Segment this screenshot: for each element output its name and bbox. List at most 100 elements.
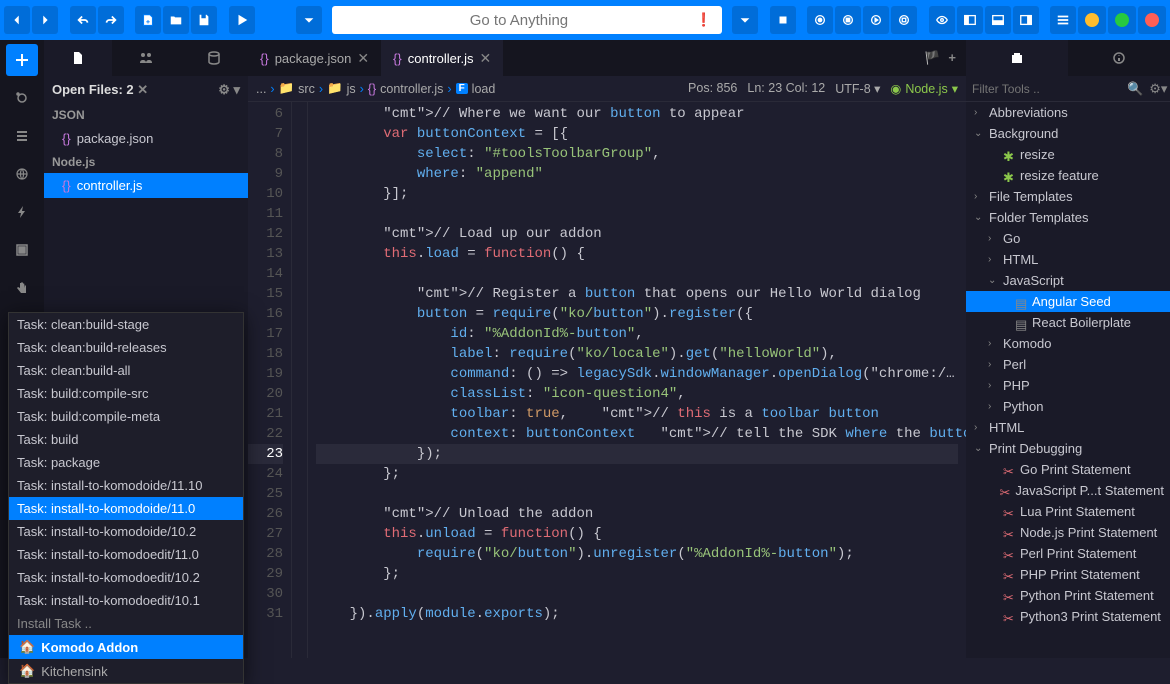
tree-item[interactable]: ▤Angular Seed xyxy=(966,291,1170,312)
file-item[interactable]: {} controller.js xyxy=(44,173,248,198)
tree-item[interactable]: ✂Go Print Statement xyxy=(966,459,1170,480)
strip-panel-button[interactable] xyxy=(6,234,38,266)
open-files-settings-icon[interactable]: ⚙ ▾ xyxy=(218,82,240,98)
task-item[interactable]: Task: install-to-komodoide/10.2 xyxy=(9,520,243,543)
task-footer-addon[interactable]: 🏠 Komodo Addon xyxy=(9,635,243,659)
new-file-button[interactable] xyxy=(135,6,161,34)
tab-info[interactable] xyxy=(1068,40,1170,76)
goto-search[interactable]: ❗ xyxy=(332,6,722,34)
tree-item[interactable]: ›Go xyxy=(966,228,1170,249)
strip-list-button[interactable] xyxy=(6,120,38,152)
status-language[interactable]: ◉ Node.js ▾ xyxy=(890,81,958,96)
tree-item[interactable]: ⌄Folder Templates xyxy=(966,207,1170,228)
layout-right-button[interactable] xyxy=(1013,6,1039,34)
file-item[interactable]: {} package.json xyxy=(44,126,248,151)
tree-item[interactable]: ›Komodo xyxy=(966,333,1170,354)
tree-item[interactable]: ▤React Boilerplate xyxy=(966,312,1170,333)
search-icon[interactable]: 🔍 xyxy=(1127,81,1143,97)
open-files-close-icon[interactable]: ✕ xyxy=(137,82,148,97)
record-play-button[interactable] xyxy=(863,6,889,34)
minimize-button[interactable] xyxy=(1078,6,1106,34)
preview-button[interactable] xyxy=(929,6,955,34)
tree-item[interactable]: ✂Python Print Statement xyxy=(966,585,1170,606)
task-item[interactable]: Task: build xyxy=(9,428,243,451)
menu-button[interactable] xyxy=(1050,6,1076,34)
tree-item[interactable]: ✂PHP Print Statement xyxy=(966,564,1170,585)
tree-item[interactable]: ⌄Background xyxy=(966,123,1170,144)
task-footer-kitchensink[interactable]: 🏠 Kitchensink xyxy=(9,659,243,683)
task-item[interactable]: Task: clean:build-releases xyxy=(9,336,243,359)
record-save-button[interactable] xyxy=(891,6,917,34)
task-item[interactable]: Task: install-to-komodoide/11.0 xyxy=(9,497,243,520)
task-item[interactable]: Task: build:compile-meta xyxy=(9,405,243,428)
task-item[interactable]: Task: install-to-komodoide/11.10 xyxy=(9,474,243,497)
record-stop-button[interactable] xyxy=(835,6,861,34)
status-encoding[interactable]: UTF-8 ▾ xyxy=(835,81,880,96)
code-editor[interactable]: 6789101112131415161718192021222324252627… xyxy=(248,102,966,658)
strip-new-button[interactable] xyxy=(6,44,38,76)
layout-bottom-button[interactable] xyxy=(985,6,1011,34)
tab-toolbox[interactable] xyxy=(966,40,1068,76)
maximize-button[interactable] xyxy=(1108,6,1136,34)
strip-activity-button[interactable] xyxy=(6,82,38,114)
tree-item[interactable]: ›PHP xyxy=(966,375,1170,396)
dropdown-button[interactable] xyxy=(732,6,758,34)
stop-button[interactable] xyxy=(770,6,796,34)
breadcrumb-fn[interactable]: load xyxy=(472,82,496,96)
layout-left-button[interactable] xyxy=(957,6,983,34)
tree-item[interactable]: ✂Node.js Print Statement xyxy=(966,522,1170,543)
editor-tab[interactable]: {}controller.js✕ xyxy=(381,40,503,76)
record-button[interactable] xyxy=(807,6,833,34)
tree-item[interactable]: ›Python xyxy=(966,396,1170,417)
undo-button[interactable] xyxy=(70,6,96,34)
tab-database[interactable] xyxy=(180,40,248,76)
run-button[interactable] xyxy=(229,6,255,34)
strip-bolt-button[interactable] xyxy=(6,196,38,228)
strip-hand-button[interactable] xyxy=(6,272,38,304)
bookmark-icon[interactable]: 🏴 xyxy=(924,50,940,66)
tree-item[interactable]: ⌄JavaScript xyxy=(966,270,1170,291)
task-item[interactable]: Task: install-to-komodoedit/10.1 xyxy=(9,589,243,612)
task-item[interactable]: Task: clean:build-stage xyxy=(9,313,243,336)
tree-item[interactable]: ✂JavaScript P...t Statement xyxy=(966,480,1170,501)
task-item[interactable]: Task: install-to-komodoedit/10.2 xyxy=(9,566,243,589)
tab-add-icon[interactable]: + xyxy=(948,50,956,66)
tree-item[interactable]: ›File Templates xyxy=(966,186,1170,207)
tab-close-icon[interactable]: ✕ xyxy=(479,50,491,67)
tree-item[interactable]: ✱resize feature xyxy=(966,165,1170,186)
close-button[interactable] xyxy=(1138,6,1166,34)
breadcrumb-js[interactable]: js xyxy=(347,82,356,96)
forward-button[interactable] xyxy=(32,6,58,34)
tree-item[interactable]: ›HTML xyxy=(966,417,1170,438)
breadcrumb-src[interactable]: src xyxy=(298,82,315,96)
tab-people[interactable] xyxy=(112,40,180,76)
tree-item[interactable]: ⌄Print Debugging xyxy=(966,438,1170,459)
task-item[interactable]: Task: install-to-komodoedit/11.0 xyxy=(9,543,243,566)
tree-item[interactable]: ✂Lua Print Statement xyxy=(966,501,1170,522)
tree-item[interactable]: ✂Python3 Print Statement xyxy=(966,606,1170,627)
strip-globe-button[interactable] xyxy=(6,158,38,190)
tab-files[interactable] xyxy=(44,40,112,76)
task-item[interactable]: Task: clean:build-all xyxy=(9,359,243,382)
tree-item[interactable]: ›Perl xyxy=(966,354,1170,375)
tree-item[interactable]: ›HTML xyxy=(966,249,1170,270)
search-dropdown-button[interactable] xyxy=(296,6,322,34)
open-file-button[interactable] xyxy=(163,6,189,34)
tools-filter-input[interactable] xyxy=(972,82,1127,96)
tab-close-icon[interactable]: ✕ xyxy=(357,50,369,67)
task-filter-input[interactable]: Install Task .. xyxy=(9,612,243,635)
tools-settings-icon[interactable]: ⚙▾ xyxy=(1149,81,1167,97)
editor-tab[interactable]: {}package.json✕ xyxy=(248,40,381,76)
breadcrumb-ellipsis[interactable]: ... xyxy=(256,82,266,96)
code-content[interactable]: "cmt">// Where we want our button to app… xyxy=(308,102,966,658)
goto-search-input[interactable] xyxy=(342,12,696,29)
redo-button[interactable] xyxy=(98,6,124,34)
tree-item[interactable]: ›Abbreviations xyxy=(966,102,1170,123)
back-button[interactable] xyxy=(4,6,30,34)
save-button[interactable] xyxy=(191,6,217,34)
tree-item[interactable]: ✂Perl Print Statement xyxy=(966,543,1170,564)
task-item[interactable]: Task: build:compile-src xyxy=(9,382,243,405)
tree-item[interactable]: ✱resize xyxy=(966,144,1170,165)
breadcrumb-file[interactable]: controller.js xyxy=(380,82,443,96)
task-item[interactable]: Task: package xyxy=(9,451,243,474)
